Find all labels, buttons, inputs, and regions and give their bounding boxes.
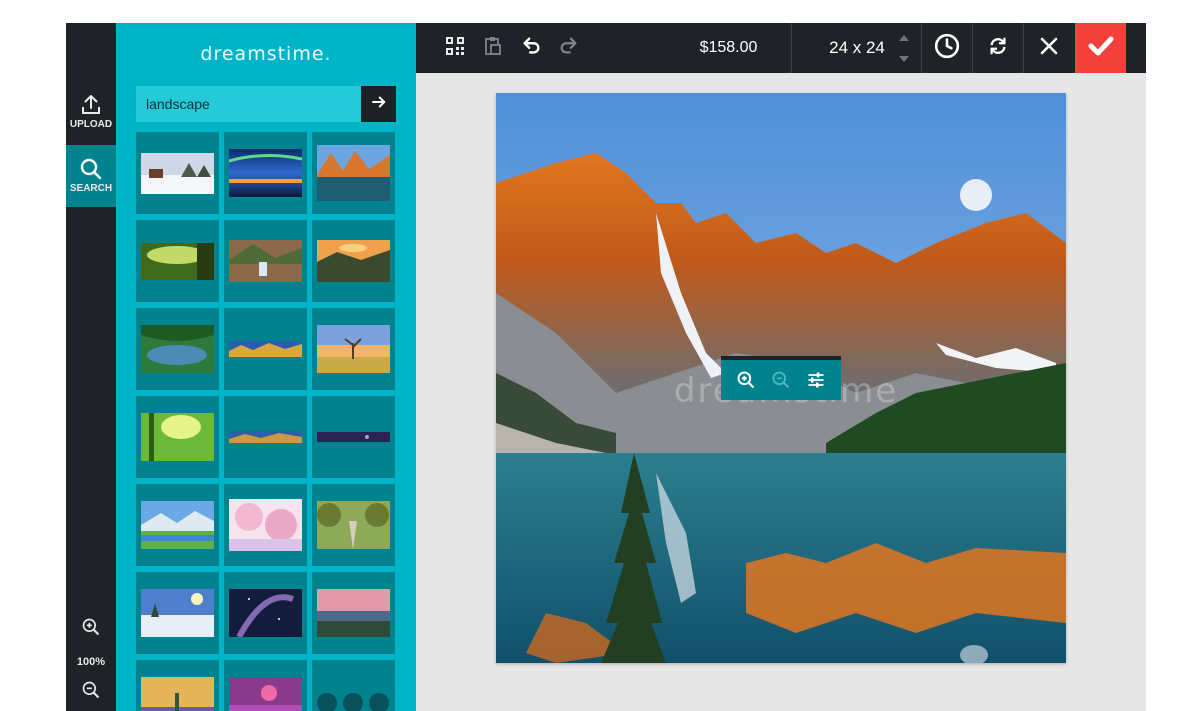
zoom-out-icon [772,371,790,389]
dreamstime-logo: dreamstime. [116,43,416,65]
editor-app: UPLOAD SEARCH 100% dreamstime. landscape… [66,23,1146,711]
zoom-out-image-button[interactable] [768,367,794,393]
left-rail: UPLOAD SEARCH 100% [66,23,122,711]
result-thumbnail[interactable] [224,132,307,214]
zoom-level: 100% [76,656,106,668]
result-thumbnail[interactable] [224,396,307,478]
result-thumbnail[interactable] [224,308,307,390]
result-thumbnail[interactable] [136,308,219,390]
history-button[interactable] [922,23,972,73]
result-thumbnail[interactable] [312,132,395,214]
search-submit-button[interactable] [361,86,396,122]
refresh-button[interactable] [973,23,1023,73]
zoom-in-button[interactable] [66,617,116,641]
paste-button[interactable] [478,23,508,73]
loading-tile [312,660,395,711]
zoom-in-image-button[interactable] [733,367,759,393]
zoom-out-icon [66,680,116,700]
top-toolbar: $158.00 24 x 24 [416,23,1146,73]
result-thumbnail[interactable] [136,660,219,711]
zoom-in-icon [66,617,116,637]
search-input[interactable] [136,86,361,122]
qr-code-button[interactable] [440,23,470,73]
result-thumbnail[interactable] [136,572,219,654]
upload-icon [66,93,116,117]
search-panel: dreamstime. [116,23,416,711]
result-thumbnail[interactable] [136,484,219,566]
redo-button[interactable] [554,23,584,73]
chevron-up-icon[interactable] [898,29,910,47]
history-icon [934,33,960,64]
paste-icon [484,36,502,61]
upload-label: UPLOAD [69,119,113,130]
upload-button[interactable]: UPLOAD [66,93,116,145]
result-thumbnail[interactable] [136,132,219,214]
chevron-down-icon[interactable] [898,50,910,68]
result-thumbnail[interactable] [136,220,219,302]
redo-icon [558,35,580,62]
search-tab-button[interactable]: SEARCH [66,145,122,207]
adjust-button[interactable] [803,367,829,393]
result-thumbnail[interactable] [224,484,307,566]
close-icon [1040,37,1058,60]
canvas-image[interactable]: dreamstime [496,93,1066,663]
qr-code-icon [445,36,465,61]
adjust-icon [808,372,824,388]
arrow-right-icon [370,93,388,116]
zoom-out-button[interactable] [66,680,116,704]
undo-icon [520,35,542,62]
result-thumbnail[interactable] [312,484,395,566]
refresh-icon [987,34,1009,63]
result-thumbnail[interactable] [136,396,219,478]
price-label: $158.00 [699,39,758,56]
zoom-in-icon [737,371,755,389]
confirm-button[interactable] [1075,23,1126,73]
loading-dots [317,693,395,711]
close-button[interactable] [1024,23,1074,73]
result-thumbnail[interactable] [224,220,307,302]
search-icon [66,157,116,181]
image-tools-popover [721,356,841,400]
check-icon [1088,35,1114,62]
size-stepper[interactable] [892,23,916,73]
result-thumbnail[interactable] [312,220,395,302]
logo-text: dreamstime. [200,43,332,65]
result-thumbnail[interactable] [312,396,395,478]
result-thumbnail[interactable] [312,572,395,654]
result-thumbnail[interactable] [312,308,395,390]
undo-button[interactable] [516,23,546,73]
result-thumbnail[interactable] [224,572,307,654]
canvas-area: dreamstime [416,73,1146,711]
search-label: SEARCH [69,183,113,194]
result-thumbnail[interactable] [224,660,307,711]
